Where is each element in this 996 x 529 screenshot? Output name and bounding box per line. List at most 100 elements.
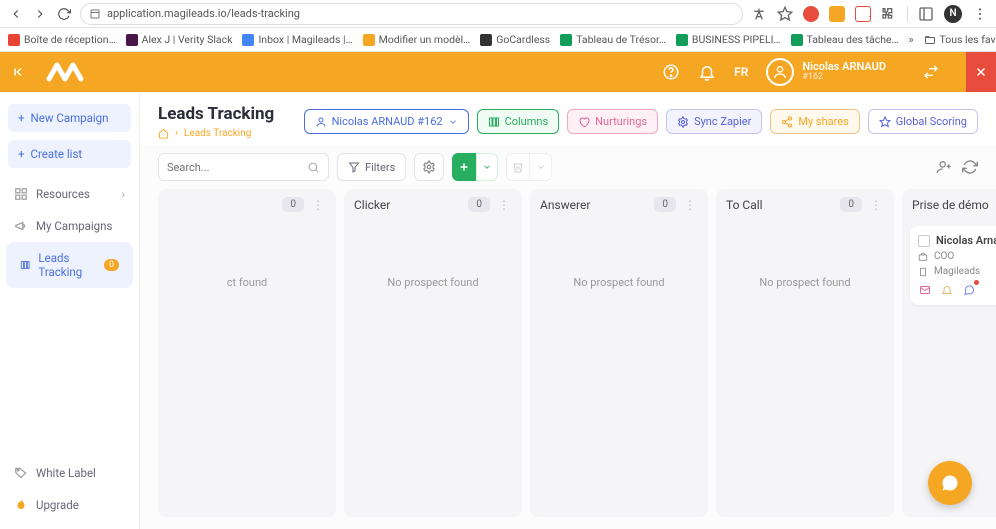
column-title: Prise de démo <box>912 198 989 212</box>
megaphone-icon <box>14 219 28 233</box>
building-icon <box>918 267 928 277</box>
close-button[interactable] <box>966 52 996 92</box>
tag-icon <box>14 466 28 480</box>
filters-button[interactable]: Filters <box>337 153 406 181</box>
star-icon <box>879 116 891 128</box>
home-icon <box>158 128 169 139</box>
card-icon-bell[interactable] <box>940 283 954 297</box>
bookmark-item[interactable]: Inbox | Magileads |… <box>242 33 352 46</box>
puzzle-icon[interactable] <box>881 6 897 22</box>
column-title: To Call <box>726 198 763 212</box>
columns-button[interactable]: Columns <box>477 109 560 134</box>
bookmark-item[interactable]: GoCardless <box>480 33 550 46</box>
columns-icon <box>20 258 30 272</box>
sidebar-collapse-button[interactable] <box>0 52 36 92</box>
card-name: Nicolas Arnaud <box>936 234 996 247</box>
delete-button[interactable] <box>506 153 530 181</box>
person-add-icon[interactable] <box>936 159 952 175</box>
column-count: 0 <box>654 197 676 212</box>
column-title: Answerer <box>540 198 590 212</box>
flame-icon <box>14 498 28 512</box>
bookmark-item[interactable]: Boîte de réception… <box>8 33 116 46</box>
search-input[interactable] <box>158 153 329 181</box>
refresh-icon[interactable] <box>962 159 978 175</box>
my-shares-button[interactable]: My shares <box>770 109 859 134</box>
column-menu-icon[interactable]: ⋮ <box>868 198 884 212</box>
column-count: 0 <box>468 197 490 212</box>
kanban-column: To Call 0 ⋮ No prospect found <box>716 189 894 517</box>
empty-message: ct found <box>166 276 328 289</box>
column-menu-icon[interactable]: ⋮ <box>310 198 326 212</box>
new-campaign-button[interactable]: +New Campaign <box>8 104 131 132</box>
star-icon[interactable] <box>777 6 793 22</box>
reload-icon[interactable] <box>56 6 72 22</box>
tab-icon[interactable] <box>918 6 934 22</box>
search-icon <box>307 161 320 174</box>
menu-dots-icon[interactable] <box>972 6 988 22</box>
ext-icon-2[interactable] <box>829 6 845 22</box>
url-text: application.magileads.io/leads-tracking <box>107 7 300 20</box>
ext-icon-1[interactable] <box>803 6 819 22</box>
forward-icon[interactable] <box>32 6 48 22</box>
app-header: FR Nicolas ARNAUD #162 <box>0 52 996 92</box>
delete-dropdown[interactable] <box>530 153 552 181</box>
bookmark-item[interactable]: Tableau de Trésor… <box>560 33 666 46</box>
add-dropdown[interactable] <box>476 153 498 181</box>
kanban-board: 0 ⋮ ct found Clicker 0 ⋮ No prospect fou… <box>140 189 996 529</box>
lead-card[interactable]: Nicolas Arnaud ⋯ COO Magileads <box>910 226 996 305</box>
ext-icon-3[interactable]: 1 <box>855 6 871 22</box>
help-icon[interactable] <box>662 63 680 81</box>
bookmark-item[interactable]: Alex J | Verity Slack <box>126 33 233 46</box>
sidebar-item-white-label[interactable]: White Label <box>0 457 139 489</box>
sidebar-item-campaigns[interactable]: My Campaigns <box>0 210 139 242</box>
profile-avatar[interactable]: N <box>944 5 962 23</box>
browser-toolbar: application.magileads.io/leads-tracking … <box>0 0 996 28</box>
chevron-down-icon <box>448 117 458 127</box>
sidebar-item-resources[interactable]: Resources › <box>0 178 139 210</box>
user-menu[interactable]: Nicolas ARNAUD #162 <box>766 58 896 86</box>
bookmark-item[interactable]: Tableau des tâche… <box>791 33 899 46</box>
column-menu-icon[interactable]: ⋮ <box>682 198 698 212</box>
site-icon <box>89 8 101 20</box>
gear-icon <box>677 116 689 128</box>
swap-icon[interactable] <box>914 52 948 92</box>
sidebar-item-leads-tracking[interactable]: Leads Tracking 0 <box>6 242 133 288</box>
card-checkbox[interactable] <box>918 235 930 247</box>
sidebar-item-upgrade[interactable]: Upgrade <box>0 489 139 521</box>
add-button[interactable] <box>452 153 476 181</box>
nurturings-button[interactable]: Nurturings <box>567 109 658 134</box>
page-title: Leads Tracking <box>158 104 274 124</box>
create-list-button[interactable]: +Create list <box>8 140 131 168</box>
kanban-column: Clicker 0 ⋮ No prospect found <box>344 189 522 517</box>
card-icon-mail[interactable] <box>918 283 932 297</box>
bell-icon[interactable] <box>698 63 716 81</box>
settings-icon-button[interactable] <box>414 153 444 181</box>
filter-row: Filters <box>140 145 996 189</box>
empty-message: No prospect found <box>352 276 514 289</box>
all-favorites[interactable]: Tous les favoris <box>924 33 996 46</box>
page-header: Leads Tracking › Leads Tracking Nicolas … <box>140 92 996 145</box>
bookmark-item[interactable]: BUSINESS PIPELI… <box>676 33 781 46</box>
card-icon-chat[interactable] <box>962 283 976 297</box>
leads-badge: 0 <box>104 259 119 271</box>
column-menu-icon[interactable]: ⋮ <box>496 198 512 212</box>
url-bar[interactable]: application.magileads.io/leads-tracking <box>80 3 743 25</box>
translate-icon[interactable] <box>751 6 767 22</box>
language-selector[interactable]: FR <box>734 65 748 79</box>
bookmark-overflow[interactable]: » <box>909 33 914 46</box>
bookmark-item[interactable]: Modifier un modèl… <box>363 33 471 46</box>
grid-icon <box>14 187 28 201</box>
breadcrumb[interactable]: › Leads Tracking <box>158 128 274 139</box>
column-title: Clicker <box>354 198 390 212</box>
logo[interactable] <box>36 52 96 92</box>
global-scoring-button[interactable]: Global Scoring <box>868 109 978 134</box>
chat-fab[interactable] <box>928 461 972 505</box>
back-icon[interactable] <box>8 6 24 22</box>
columns-icon <box>488 116 500 128</box>
sync-zapier-button[interactable]: Sync Zapier <box>666 109 762 134</box>
user-filter-button[interactable]: Nicolas ARNAUD #162 <box>304 109 469 134</box>
search-field[interactable] <box>167 161 307 174</box>
heart-icon <box>578 116 590 128</box>
column-count: 0 <box>840 197 862 212</box>
main-content: Leads Tracking › Leads Tracking Nicolas … <box>140 92 996 529</box>
